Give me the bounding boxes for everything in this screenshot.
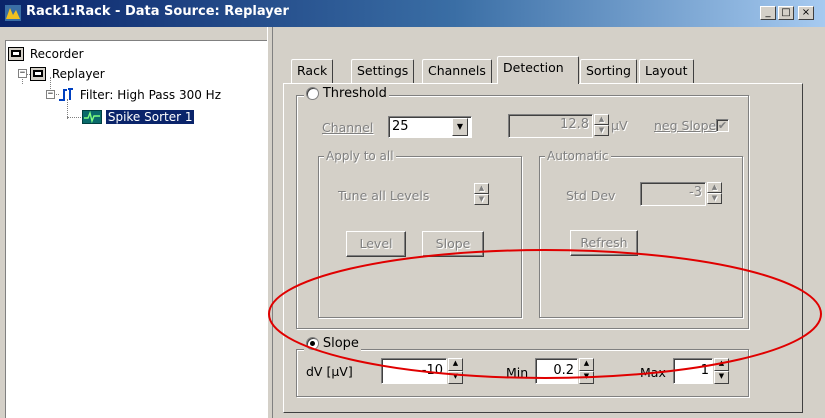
highlight-annotation: [268, 249, 822, 379]
red-ellipse-icon: [268, 249, 822, 379]
tab-detection[interactable]: Detection: [497, 56, 579, 84]
